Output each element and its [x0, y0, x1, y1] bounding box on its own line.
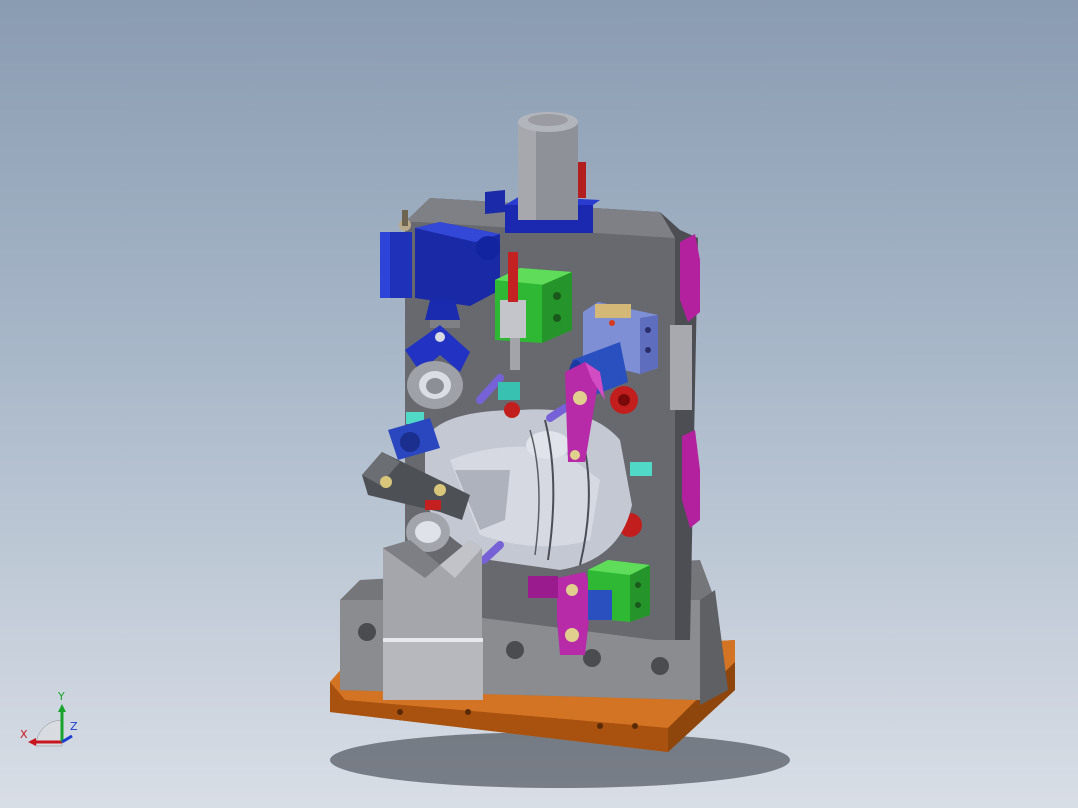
green-clamp-block-bottom[interactable] [588, 560, 650, 622]
fixture-3d-model[interactable] [0, 0, 1078, 808]
x-axis-label: X [20, 728, 28, 741]
z-axis-label: Z [70, 720, 78, 733]
upper-bushing[interactable] [407, 361, 463, 409]
y-axis-label: Y [57, 690, 65, 703]
graphics-viewport[interactable]: X Y Z [0, 0, 1078, 808]
model-shadow [330, 732, 790, 788]
v-block[interactable] [383, 540, 483, 700]
x-axis-arrowhead [28, 738, 36, 746]
view-triad[interactable]: X Y Z [14, 686, 84, 756]
y-axis-arrowhead [58, 704, 66, 712]
